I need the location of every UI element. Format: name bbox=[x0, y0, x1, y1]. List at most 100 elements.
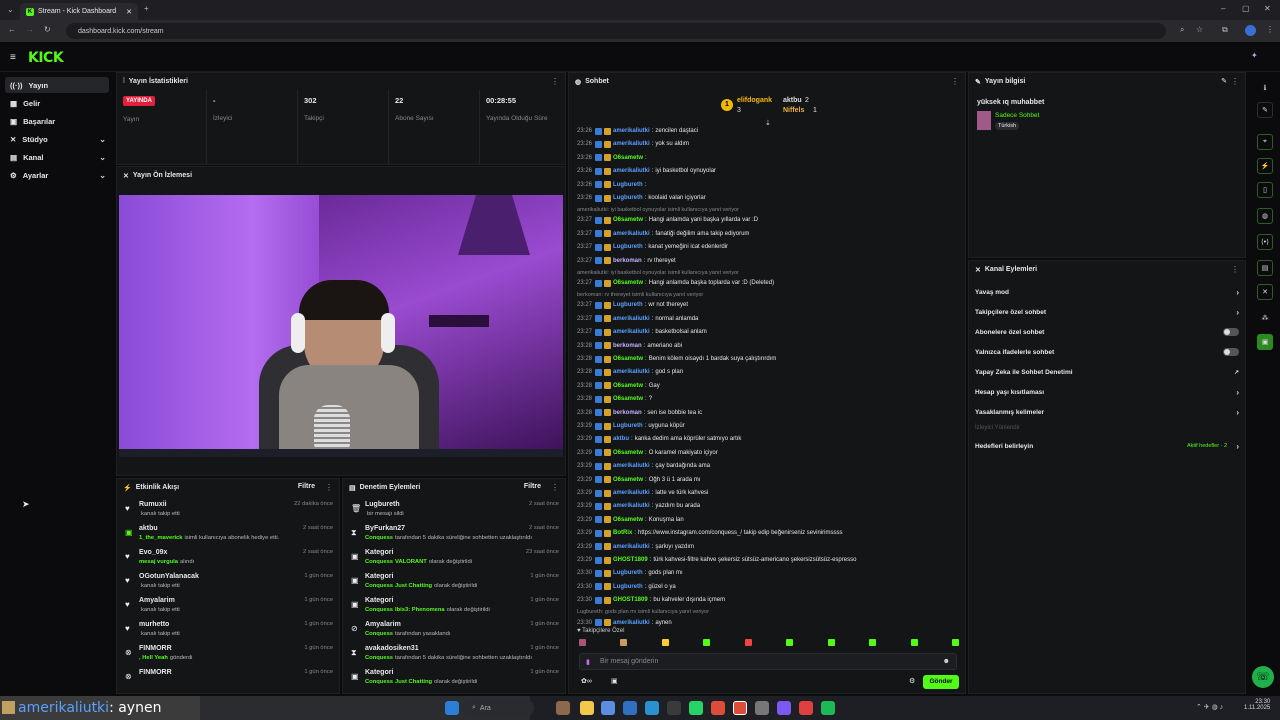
chat-message[interactable]: 23:29 amerikaliutki: şarkıyı yazdım bbox=[577, 541, 953, 553]
chat-username[interactable]: amerikaliutki bbox=[613, 168, 650, 174]
chat-username[interactable]: amerikaliutki bbox=[613, 316, 650, 322]
chat-message[interactable]: berkoman: rv thereyet isimli kullanıcıya… bbox=[577, 290, 953, 299]
chat-username[interactable]: amerikaliutki bbox=[613, 141, 650, 147]
chat-message[interactable]: 23:29 Lugbureth: uyguna köpür bbox=[577, 420, 953, 432]
document-icon[interactable]: ▯ bbox=[1257, 182, 1273, 198]
chat-username[interactable]: O6sametw bbox=[613, 280, 643, 286]
crosshair-icon[interactable]: ⌖ bbox=[1257, 134, 1273, 150]
slow-mode-row[interactable]: Yavaş mod › bbox=[975, 283, 1239, 301]
chat-message[interactable]: 23:26 amerikaliutki: zencilen daştaci bbox=[577, 125, 953, 137]
send-button[interactable]: Gönder bbox=[923, 675, 959, 689]
more-icon[interactable]: ⋮ bbox=[551, 483, 559, 492]
chat-message[interactable]: 23:27 amerikaliutki: normal anlamda bbox=[577, 313, 953, 325]
grid-icon[interactable]: ▤ bbox=[1257, 260, 1273, 276]
bolt-icon[interactable]: ⚡ bbox=[1257, 158, 1273, 174]
chat-message[interactable]: 23:29 amerikaliutki: latte ve türk kahvesi bbox=[577, 487, 953, 499]
chat-message[interactable]: 23:30 Lugbureth: gods plan mı bbox=[577, 567, 953, 579]
chat-message[interactable]: 23:29 O6sametw: Konuşma lan bbox=[577, 514, 953, 526]
extensions-icon[interactable]: ⧉ bbox=[1222, 25, 1228, 35]
bookmark-star-icon[interactable]: ☆ bbox=[1196, 25, 1203, 34]
activity-user[interactable]: FINMORR bbox=[139, 645, 172, 652]
sidebar-item-kanal[interactable]: ▤ Kanal ⌄ bbox=[5, 149, 109, 165]
reload-icon[interactable]: ↻ bbox=[44, 25, 51, 34]
activity-user[interactable]: FINMORR bbox=[139, 669, 172, 676]
activity-user[interactable]: aktbu bbox=[139, 525, 158, 532]
emote-icon[interactable] bbox=[910, 639, 918, 646]
sidebar-item-ayarlar[interactable]: ⚙ Ayarlar ⌄ bbox=[5, 167, 109, 183]
forward-icon[interactable]: → bbox=[26, 25, 34, 34]
top-gifter-name[interactable]: Niffels bbox=[783, 107, 804, 114]
chat-username[interactable]: GHOST1809 bbox=[613, 597, 648, 603]
chat-message[interactable]: 23:29 BotRix: https://www.instagram.com/co… bbox=[577, 527, 953, 539]
chat-username[interactable]: O6sametw bbox=[613, 396, 643, 402]
emote-only-toggle[interactable] bbox=[1223, 348, 1239, 356]
pencil-icon[interactable]: ✎ bbox=[1257, 102, 1273, 118]
chat-message[interactable]: 23:27 O6sametw: Hangi anlamda yani başka y… bbox=[577, 214, 953, 226]
emote-icon[interactable] bbox=[869, 639, 877, 646]
chat-username[interactable]: amerikaliutki bbox=[613, 329, 650, 335]
chat-message[interactable]: 23:30 Lugbureth: güzel o ya bbox=[577, 581, 953, 593]
gift-icon[interactable]: ✿∞ bbox=[581, 677, 592, 685]
taskbar-search[interactable]: ⌕ Ara bbox=[464, 700, 534, 716]
close-icon[interactable]: ✕ bbox=[126, 8, 132, 16]
chat-message[interactable]: 23:26 amerikaliutki: yok su aldım bbox=[577, 138, 953, 150]
moderation-target[interactable]: avakadosiken31 bbox=[365, 645, 419, 652]
moderation-target[interactable]: ByFurkan27 bbox=[365, 525, 405, 532]
chat-message[interactable]: 23:29 amerikaliutki: yazdım bu arada bbox=[577, 500, 953, 512]
chat-username[interactable]: GHOST1809 bbox=[613, 557, 648, 563]
chat-username[interactable]: Lugbureth bbox=[613, 423, 643, 429]
chat-message[interactable]: 23:29 aktbu: kanka dedim ama köprüler satm… bbox=[577, 433, 953, 445]
broadcast-icon[interactable]: ⟨•⟩ bbox=[1257, 234, 1273, 250]
chat-message[interactable]: 23:27 Lugbureth: kanat yemeğini icat edenl… bbox=[577, 241, 953, 253]
chat-message[interactable]: 23:29 O6sametw: O karamel makiyato içiyor bbox=[577, 447, 953, 459]
chat-message[interactable]: 23:27 O6sametw: Hangi anlamda başka toplar… bbox=[577, 277, 953, 289]
chat-message[interactable]: 23:28 O6sametw:? bbox=[577, 393, 953, 405]
chat-username[interactable]: Lugbureth bbox=[613, 302, 643, 308]
ai-moderation-row[interactable]: Yapay Zeka ile Sohbet Denetimi ↗ bbox=[975, 363, 1239, 381]
chat-username[interactable]: Lugbureth bbox=[613, 570, 643, 576]
people-icon[interactable]: ⁂ bbox=[1257, 310, 1273, 326]
settings-app-icon[interactable] bbox=[755, 701, 769, 715]
file-explorer-icon[interactable] bbox=[580, 701, 594, 715]
wrench-icon[interactable]: ✕ bbox=[1257, 284, 1273, 300]
sidebar-item-gelir[interactable]: ▦ Gelir bbox=[5, 95, 109, 111]
window-close-icon[interactable]: ✕ bbox=[1264, 4, 1271, 13]
chat-message[interactable]: 23:29 amerikaliutki: çay bardağında ama bbox=[577, 460, 953, 472]
app-icon[interactable] bbox=[667, 701, 681, 715]
chat-username[interactable]: amerikaliutki bbox=[613, 620, 650, 626]
account-age-row[interactable]: Hesap yaşı kısıtlaması › bbox=[975, 383, 1239, 401]
chat-message[interactable]: 23:26 O6sametw: bbox=[577, 152, 953, 164]
chat-username[interactable]: aktbu bbox=[613, 436, 629, 442]
chat-message[interactable]: 23:28 berkoman: sen ise bobbie tea ic bbox=[577, 407, 953, 419]
goals-row[interactable]: Hedefleri belirleyin Aktif hedefler · 2 › bbox=[975, 437, 1239, 455]
activity-user[interactable]: Amyalarim bbox=[139, 597, 175, 604]
minimize-icon[interactable]: – bbox=[1221, 4, 1225, 13]
spotify-icon[interactable] bbox=[821, 701, 835, 715]
chat-username[interactable]: BotRix bbox=[613, 530, 632, 536]
maximize-icon[interactable]: ▢ bbox=[1242, 4, 1250, 13]
tab-list-icon[interactable]: ⌄ bbox=[7, 5, 14, 14]
help-chat-icon[interactable]: ☏ bbox=[1252, 666, 1274, 688]
mic-icon[interactable]: ▮ bbox=[586, 658, 590, 666]
copilot-icon[interactable] bbox=[601, 701, 615, 715]
chat-username[interactable]: amerikaliutki bbox=[613, 369, 650, 375]
chat-message[interactable]: Lugbureth: gods plan mı isimli kullanıcı… bbox=[577, 608, 953, 617]
windows-start-icon[interactable] bbox=[445, 701, 459, 715]
back-icon[interactable]: ← bbox=[8, 25, 16, 34]
emote-icon[interactable] bbox=[951, 639, 959, 646]
chat-message[interactable]: 23:26 amerikaliutki: iyi basketbol oynuyol… bbox=[577, 165, 953, 177]
chat-username[interactable]: berkoman bbox=[613, 343, 642, 349]
chat-username[interactable]: Lugbureth bbox=[613, 182, 643, 188]
browser-tab[interactable]: K Stream - Kick Dashboard ✕ bbox=[20, 3, 138, 20]
emote-icon[interactable] bbox=[786, 639, 794, 646]
settings-box-icon[interactable]: ▣ bbox=[611, 677, 618, 685]
chat-username[interactable]: amerikaliutki bbox=[613, 231, 650, 237]
zoom-icon[interactable]: ⌕ bbox=[1180, 25, 1184, 35]
clock[interactable]: 23:30 1.11.2025 bbox=[1244, 699, 1270, 711]
filter-button[interactable]: Filtre bbox=[298, 483, 315, 490]
more-icon[interactable]: ⋮ bbox=[1231, 265, 1239, 274]
whatsapp-icon[interactable] bbox=[689, 701, 703, 715]
moderation-target[interactable]: Kategori bbox=[365, 573, 393, 580]
emote-icon[interactable] bbox=[620, 639, 628, 646]
chat-username[interactable]: amerikaliutki bbox=[613, 503, 650, 509]
